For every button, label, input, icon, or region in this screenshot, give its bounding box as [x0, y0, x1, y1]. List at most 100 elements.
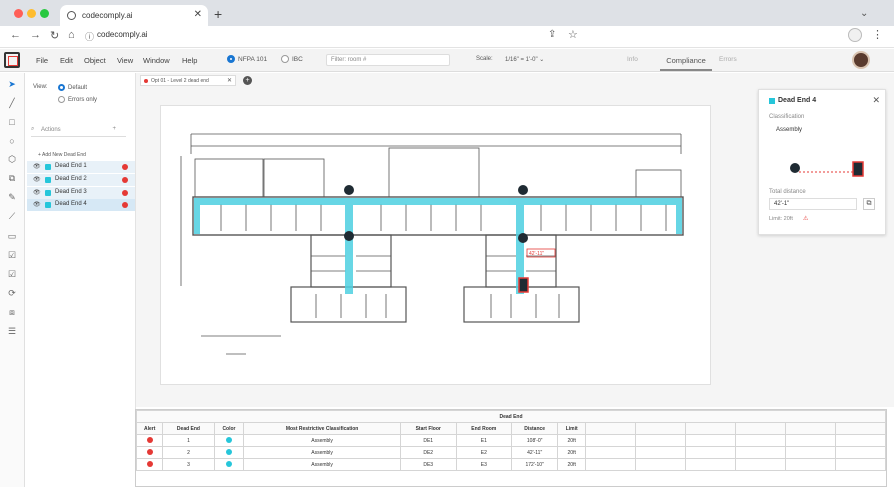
search-icon: ⌕: [31, 126, 35, 132]
view-label: View:: [33, 84, 48, 90]
alert-dot: [122, 177, 128, 183]
actions-search-input[interactable]: ⌕ Actions +: [31, 125, 126, 137]
layers-icon[interactable]: ⧈: [7, 307, 17, 317]
star-icon[interactable]: ☆: [568, 28, 578, 41]
window-minimize-dot[interactable]: [27, 9, 36, 18]
layer-item-dead-end-1[interactable]: 👁 Dead End 1: [27, 161, 135, 173]
view-default-radio[interactable]: [58, 84, 65, 91]
view-errors-radio[interactable]: [58, 96, 65, 103]
chevron-down-icon[interactable]: ⌄: [860, 8, 868, 19]
layer-item-dead-end-3[interactable]: 👁 Dead End 3: [27, 187, 135, 199]
table-row[interactable]: 3 Assembly DE3 E3 172'-10" 20ft: [135, 458, 886, 471]
layer-label: Dead End 2: [55, 176, 87, 182]
floor-plan-drawing: 42'-11": [180, 133, 684, 355]
new-tab-icon[interactable]: +: [214, 6, 222, 22]
add-dead-end-button[interactable]: + Add New Dead End: [38, 152, 86, 158]
layer-item-dead-end-4[interactable]: 👁 Dead End 4: [27, 199, 135, 211]
line-tool-icon[interactable]: ╱: [7, 98, 17, 108]
checklist-icon[interactable]: ☑: [7, 250, 17, 260]
document-tab-title: Opt 01 - Level 2 dead end: [151, 78, 209, 84]
alert-icon: [146, 436, 153, 443]
total-distance-field[interactable]: 42'-1": [769, 198, 857, 210]
close-icon[interactable]: ✕: [872, 95, 880, 106]
copy-tool-icon[interactable]: ⧉: [7, 173, 17, 183]
measure-tool-icon[interactable]: ▭: [7, 231, 17, 241]
share-icon[interactable]: ⇪: [548, 29, 556, 40]
ibc-radio[interactable]: [281, 55, 289, 63]
rectangle-tool-icon[interactable]: □: [7, 117, 17, 127]
cell-classification: Assembly: [243, 434, 401, 447]
menu-help[interactable]: Help: [182, 56, 197, 65]
layer-label: Dead End 4: [55, 201, 87, 207]
menu-view[interactable]: View: [117, 56, 133, 65]
scale-label: Scale:: [476, 56, 493, 62]
tab-close-icon[interactable]: ✕: [194, 9, 202, 20]
codecomply-logo[interactable]: [4, 52, 20, 68]
cell-end: E3: [455, 458, 512, 471]
polygon-tool-icon[interactable]: ⬡: [7, 154, 17, 164]
copy-icon[interactable]: ⧉: [863, 198, 875, 210]
table-row[interactable]: 2 Assembly DE2 E2 42'-11" 20ft: [135, 446, 886, 459]
path-tool-icon[interactable]: ⟋: [7, 211, 17, 221]
close-icon[interactable]: ✕: [227, 77, 232, 84]
profile-icon[interactable]: [848, 28, 862, 42]
filter-input[interactable]: Filter: room #: [326, 54, 450, 66]
circle-tool-icon[interactable]: ○: [7, 136, 17, 146]
tab-errors[interactable]: Errors: [719, 56, 737, 63]
window-maximize-dot[interactable]: [40, 9, 49, 18]
layer-item-dead-end-2[interactable]: 👁 Dead End 2: [27, 174, 135, 186]
select-arrow-icon[interactable]: ➤: [7, 79, 17, 89]
add-document-icon[interactable]: +: [243, 76, 252, 85]
menu-edit[interactable]: Edit: [60, 56, 73, 65]
eye-icon[interactable]: 👁: [33, 201, 41, 208]
ibc-label: IBC: [292, 56, 303, 63]
plus-icon[interactable]: +: [112, 126, 116, 132]
cell-limit: 20ft: [557, 446, 586, 459]
layer-label: Dead End 1: [55, 163, 87, 169]
tool-strip: ➤ ╱ □ ○ ⬡ ⧉ ✎ ⟋ ▭ ☑ ☑ ⟳ ⧈ ☰: [0, 73, 25, 487]
tab-info[interactable]: Info: [627, 56, 638, 63]
browser-tab[interactable]: codecomply.ai ✕: [60, 5, 208, 26]
chevron-down-icon: ⌄: [539, 57, 545, 63]
total-distance-label: Total distance: [769, 189, 806, 195]
user-avatar[interactable]: [852, 51, 870, 69]
scale-select[interactable]: 1/16" = 1'-0" ⌄: [502, 54, 550, 66]
warning-icon: ⚠: [803, 216, 809, 222]
plan-dimension-label: 42'-11": [529, 251, 544, 257]
menu-object[interactable]: Object: [84, 56, 106, 65]
menu-window[interactable]: Window: [143, 56, 170, 65]
site-info-icon[interactable]: ⓘ: [85, 30, 94, 43]
forward-icon[interactable]: →: [30, 29, 41, 41]
alert-icon: [146, 448, 153, 455]
layer-label: Dead End 3: [55, 189, 87, 195]
browser-tab-title: codecomply.ai: [82, 11, 133, 20]
classification-label: Classification: [769, 114, 805, 120]
window-close-dot[interactable]: [14, 9, 23, 18]
stack-icon[interactable]: ☰: [7, 326, 17, 336]
actions-search-placeholder: Actions: [41, 127, 61, 133]
floor-plan-sheet[interactable]: 42'-11": [160, 105, 711, 385]
eye-icon[interactable]: 👁: [33, 189, 41, 196]
cell-end: E2: [455, 446, 512, 459]
pen-tool-icon[interactable]: ✎: [7, 192, 17, 202]
nfpa-radio[interactable]: [227, 55, 235, 63]
document-tab[interactable]: Opt 01 - Level 2 dead end ✕: [140, 75, 236, 86]
back-icon[interactable]: ←: [10, 29, 21, 41]
menu-file[interactable]: File: [36, 56, 48, 65]
col-dead-end: Dead End: [162, 422, 215, 435]
rotate-icon[interactable]: ⟳: [7, 288, 17, 298]
reload-icon[interactable]: ↻: [50, 29, 59, 42]
table-row[interactable]: 1 Assembly DE1 E1 108'-0" 20ft: [135, 434, 886, 447]
cell-id: 3: [162, 458, 215, 471]
eye-icon[interactable]: 👁: [33, 163, 41, 170]
alert-icon: [146, 460, 153, 467]
eye-icon[interactable]: 👁: [33, 176, 41, 183]
color-swatch: [769, 98, 775, 104]
col-alert: Alert: [135, 422, 164, 435]
check-box-icon[interactable]: ☑: [7, 269, 17, 279]
home-icon[interactable]: ⌂: [68, 29, 75, 41]
more-menu-icon[interactable]: ⋮: [872, 28, 883, 41]
address-bar[interactable]: codecomply.ai: [97, 30, 148, 39]
tab-compliance[interactable]: Compliance: [660, 51, 712, 71]
cell-start: DE2: [399, 446, 457, 459]
